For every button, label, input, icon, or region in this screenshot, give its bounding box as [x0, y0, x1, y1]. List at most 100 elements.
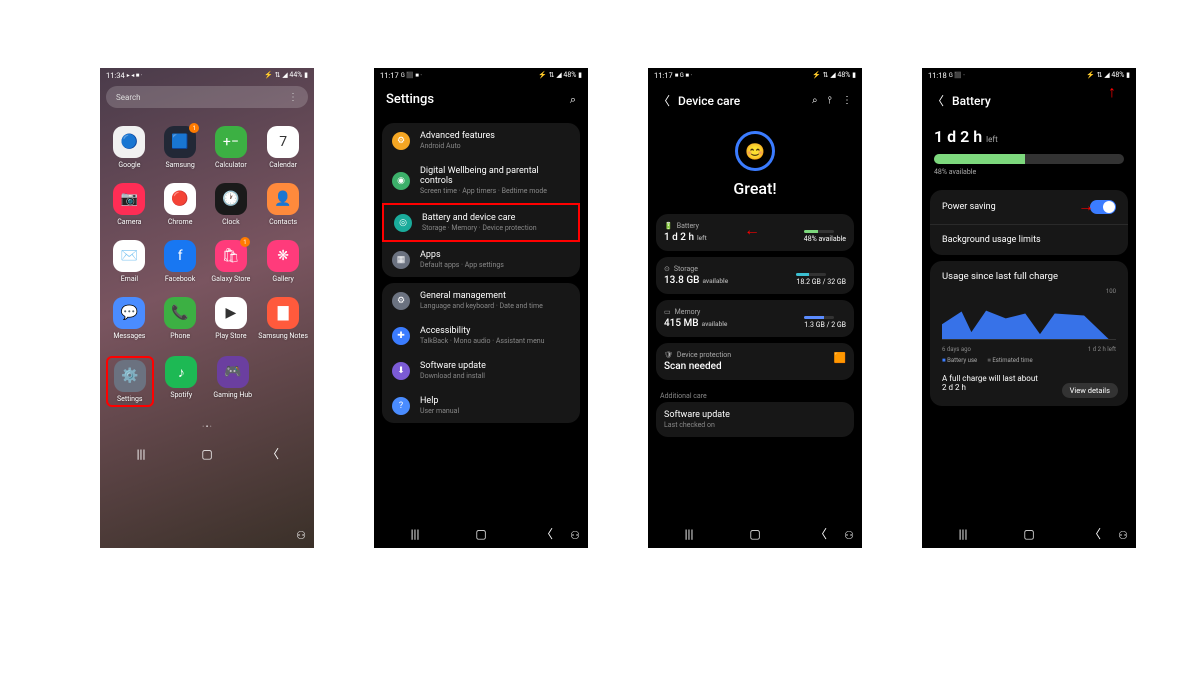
- home-button[interactable]: ▢: [1017, 527, 1041, 541]
- setting-battery-and-device-care[interactable]: ◎Battery and device careStorage · Memory…: [382, 203, 580, 242]
- battery-pct: 48% available: [804, 235, 846, 243]
- protection-card[interactable]: 🛡Device protection Scan needed 🟧: [656, 343, 854, 380]
- phone-battery-screen: 11:18 G ⬛ · ⚡ ⇅ ◢ 48% ▮ ↑ 〈 Battery 1 d …: [922, 68, 1136, 548]
- chart-legend: Battery use Estimated time: [930, 353, 1128, 368]
- search-icon[interactable]: ⌕: [570, 93, 576, 107]
- clock: 11:17: [654, 71, 673, 80]
- protection-label: Device protection: [677, 351, 731, 359]
- legend-battery-use: Battery use: [942, 357, 977, 364]
- legend-estimated: Estimated time: [987, 357, 1032, 364]
- accessibility-icon[interactable]: ⚇: [1118, 529, 1128, 542]
- memory-label: Memory: [675, 308, 701, 316]
- home-button[interactable]: ▢: [195, 447, 219, 461]
- storage-card[interactable]: ⊙Storage 13.8 GB available 18.2 GB / 32 …: [656, 257, 854, 294]
- search-icon[interactable]: ⌕: [812, 95, 818, 106]
- accessibility-icon[interactable]: ⚇: [570, 529, 580, 542]
- full-charge-label: A full charge will last about: [942, 374, 1038, 383]
- setting-software-update[interactable]: ⬇Software updateDownload and install: [382, 353, 580, 388]
- back-button[interactable]: 〈: [809, 525, 833, 542]
- setting-advanced-features[interactable]: ⚙Advanced featuresAndroid Auto: [382, 123, 580, 158]
- app-galaxy-store[interactable]: 🛍1Galaxy Store: [208, 240, 255, 283]
- app-gallery[interactable]: ❋Gallery: [258, 240, 308, 283]
- app-samsung-notes[interactable]: ▇Samsung Notes: [258, 297, 308, 340]
- view-details-button[interactable]: View details: [1062, 383, 1118, 398]
- app-messages[interactable]: 💬Messages: [106, 297, 153, 340]
- app-contacts[interactable]: 👤Contacts: [258, 183, 308, 226]
- setting-apps[interactable]: ▦AppsDefault apps · App settings: [382, 242, 580, 277]
- app-clock[interactable]: 🕐Clock: [208, 183, 255, 226]
- memory-card[interactable]: ▭Memory 415 MB available 1.3 GB / 2 GB: [656, 300, 854, 337]
- recents-button[interactable]: |||: [677, 527, 701, 541]
- page-indicator: · • ·: [100, 417, 314, 437]
- shield-icon: 🛡: [664, 351, 673, 359]
- app-camera[interactable]: 📷Camera: [106, 183, 153, 226]
- setting-digital-wellbeing-and-parental-controls[interactable]: ◉Digital Wellbeing and parental controls…: [382, 158, 580, 203]
- app-gaming-hub[interactable]: 🎮Gaming Hub: [209, 356, 257, 407]
- chart-icon[interactable]: ⫯: [828, 95, 832, 106]
- back-button[interactable]: 〈: [535, 525, 559, 542]
- app-grid: 🔵Google🟦1Samsung+−Calculator7Calendar 📷Ca…: [100, 112, 314, 346]
- back-icon[interactable]: 〈: [932, 92, 944, 109]
- nav-bar: ||| ▢ 〈 ⚇: [922, 517, 1136, 548]
- power-saving-row[interactable]: Power saving: [930, 190, 1128, 224]
- storage-icon: ⊙: [664, 265, 670, 273]
- recents-button[interactable]: |||: [403, 527, 427, 541]
- app-row-bottom: ⚙️Settings♪Spotify🎮Gaming Hub: [100, 346, 314, 417]
- additional-care-label: Additional care: [648, 386, 862, 402]
- home-button[interactable]: ▢: [469, 527, 493, 541]
- setting-accessibility[interactable]: ✚AccessibilityTalkBack · Mono audio · As…: [382, 318, 580, 353]
- kebab-icon[interactable]: ⋮: [288, 92, 298, 103]
- battery-card[interactable]: 🔋Battery 1 d 2 h left 48% available ←: [656, 214, 854, 251]
- recents-button[interactable]: |||: [129, 447, 153, 461]
- setting-help[interactable]: ?HelpUser manual: [382, 388, 580, 423]
- memory-icon: ▭: [664, 308, 671, 316]
- recents-button[interactable]: |||: [951, 527, 975, 541]
- status-right: ⚡ ⇅ ◢ 44% ▮: [264, 71, 308, 79]
- home-button[interactable]: ▢: [743, 527, 767, 541]
- storage-right: 18.2 GB / 32 GB: [796, 278, 846, 286]
- status-right: ⚡ ⇅ ◢ 48% ▮: [538, 71, 582, 79]
- back-button[interactable]: 〈: [1083, 525, 1107, 542]
- settings-title-text: Settings: [386, 92, 434, 107]
- back-icon[interactable]: 〈: [658, 92, 670, 109]
- setting-general-management[interactable]: ⚙General managementLanguage and keyboard…: [382, 283, 580, 318]
- clock: 11:18: [928, 71, 947, 80]
- usage-chart: 100: [942, 290, 1116, 340]
- kebab-icon[interactable]: ⋮: [842, 95, 852, 106]
- header: 〈 Device care ⌕ ⫯ ⋮: [648, 82, 862, 119]
- accessibility-icon[interactable]: ⚇: [296, 529, 306, 542]
- nav-bar: ||| ▢ 〈 ⚇: [374, 517, 588, 548]
- accessibility-icon[interactable]: ⚇: [844, 529, 854, 542]
- status-right: ⚡ ⇅ ◢ 48% ▮: [1086, 71, 1130, 79]
- memory-right: 1.3 GB / 2 GB: [804, 321, 846, 329]
- annotation-arrow-up: ↑: [1108, 82, 1116, 102]
- app-calculator[interactable]: +−Calculator: [208, 126, 255, 169]
- search-input[interactable]: Search ⋮: [106, 86, 308, 108]
- sw-title: Software update: [664, 410, 846, 420]
- page-title: Settings ⌕: [374, 82, 588, 117]
- app-samsung[interactable]: 🟦1Samsung: [157, 126, 204, 169]
- power-options-card: Power saving → Background usage limits: [930, 190, 1128, 255]
- app-calendar[interactable]: 7Calendar: [258, 126, 308, 169]
- memory-main: 415 MB: [664, 318, 699, 329]
- battery-suffix: left: [697, 234, 707, 242]
- battery-time: 1 d 2 h: [664, 232, 694, 243]
- bg-limits-label: Background usage limits: [942, 235, 1041, 245]
- app-google[interactable]: 🔵Google: [106, 126, 153, 169]
- status-text: Great!: [648, 179, 862, 198]
- app-facebook[interactable]: fFacebook: [157, 240, 204, 283]
- app-chrome[interactable]: 🔴Chrome: [157, 183, 204, 226]
- back-button[interactable]: 〈: [261, 445, 285, 462]
- storage-suffix: available: [702, 277, 728, 285]
- app-email[interactable]: ✉️Email: [106, 240, 153, 283]
- bg-limits-row[interactable]: Background usage limits: [930, 225, 1128, 255]
- software-update-card[interactable]: Software update Last checked on: [656, 402, 854, 437]
- annotation-arrow-toggle: →: [1078, 196, 1094, 216]
- clock: 11:34: [106, 71, 125, 80]
- battery-available: 48% available: [922, 168, 1136, 184]
- search-placeholder: Search: [116, 93, 141, 102]
- app-settings[interactable]: ⚙️Settings: [106, 356, 154, 407]
- app-phone[interactable]: 📞Phone: [157, 297, 204, 340]
- app-play-store[interactable]: ▶Play Store: [208, 297, 255, 340]
- app-spotify[interactable]: ♪Spotify: [158, 356, 206, 407]
